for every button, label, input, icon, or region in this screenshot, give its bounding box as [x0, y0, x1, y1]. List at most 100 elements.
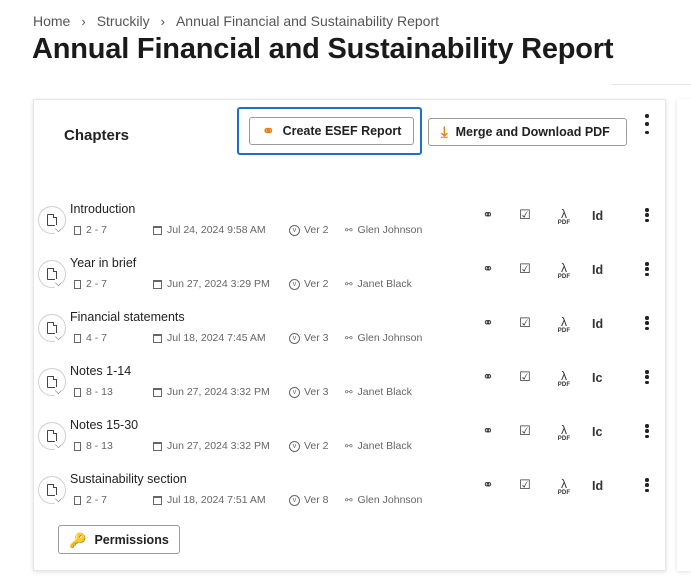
calendar-icon	[153, 387, 162, 397]
person-icon: ⚯	[345, 494, 353, 505]
row-more-menu-icon[interactable]	[641, 478, 653, 492]
chapter-date: Jul 18, 2024 7:51 AM	[153, 494, 266, 506]
pages-icon	[74, 279, 81, 289]
chapter-version-value: Ver 8	[304, 494, 329, 506]
chevron-down-icon[interactable]: ⌵	[55, 225, 62, 234]
esef-chapter-icon[interactable]: ⚭	[480, 424, 496, 437]
review-icon[interactable]: ☑	[517, 262, 533, 275]
calendar-icon	[153, 441, 162, 451]
chapter-date: Jun 27, 2024 3:32 PM	[153, 386, 270, 398]
chapter-name[interactable]: Notes 1-14	[70, 364, 131, 378]
calendar-icon	[153, 225, 162, 235]
create-esef-report-button[interactable]: ⚭ Create ESEF Report	[249, 117, 414, 145]
chapter-pages-value: 8 - 13	[86, 386, 113, 398]
review-icon[interactable]: ☑	[517, 478, 533, 491]
indesign-icon[interactable]: Ic	[592, 426, 608, 439]
chapter-name[interactable]: Introduction	[70, 202, 135, 216]
review-icon[interactable]: ☑	[517, 208, 533, 221]
version-icon: v	[289, 386, 300, 398]
esef-chapter-icon[interactable]: ⚭	[480, 478, 496, 491]
chevron-down-icon[interactable]: ⌵	[55, 441, 62, 450]
chapter-version: v Ver 3	[289, 332, 329, 344]
chapter-name[interactable]: Notes 15-30	[70, 418, 138, 432]
pdf-icon[interactable]: λ PDF	[555, 262, 573, 280]
chapter-row[interactable]: ⌵ Year in brief 2 - 7 Jun 27, 2024 3:29 …	[34, 256, 667, 310]
esef-chapter-icon[interactable]: ⚭	[480, 370, 496, 383]
pages-icon	[74, 495, 81, 505]
chapter-user-value: Janet Black	[357, 386, 412, 398]
chapter-version-value: Ver 2	[304, 224, 329, 236]
title-divider	[612, 84, 691, 85]
pdf-icon[interactable]: λ PDF	[555, 478, 573, 496]
chapter-name[interactable]: Sustainability section	[70, 472, 187, 486]
chapter-pages: 4 - 7	[74, 332, 107, 344]
person-icon: ⚯	[345, 386, 353, 397]
chapter-pages-value: 4 - 7	[86, 332, 108, 344]
merge-and-download-pdf-label: Merge and Download PDF	[455, 125, 610, 139]
indesign-icon[interactable]: Id	[592, 480, 608, 493]
review-icon[interactable]: ☑	[517, 370, 533, 383]
esef-chapter-icon[interactable]: ⚭	[480, 316, 496, 329]
breadcrumb-separator: ›	[160, 13, 165, 29]
esef-chapter-icon[interactable]: ⚭	[480, 208, 496, 221]
row-more-menu-icon[interactable]	[641, 208, 653, 222]
chapter-version-value: Ver 2	[304, 278, 329, 290]
row-more-menu-icon[interactable]	[641, 424, 653, 438]
pages-icon	[74, 387, 81, 397]
indesign-icon[interactable]: Ic	[592, 372, 608, 385]
esef-chapter-icon[interactable]: ⚭	[480, 262, 496, 275]
chapter-date: Jul 18, 2024 7:45 AM	[153, 332, 266, 344]
chapter-version: v Ver 2	[289, 278, 329, 290]
pdf-icon[interactable]: λ PDF	[555, 370, 573, 388]
card-more-menu-icon[interactable]	[640, 114, 654, 134]
review-icon[interactable]: ☑	[517, 424, 533, 437]
permissions-label: Permissions	[94, 532, 169, 547]
chevron-down-icon[interactable]: ⌵	[55, 495, 62, 504]
chapter-date-value: Jul 18, 2024 7:45 AM	[167, 332, 266, 344]
person-icon: ⚯	[345, 332, 353, 343]
version-icon: v	[289, 440, 300, 452]
chapter-user: ⚯ Janet Black	[345, 440, 412, 452]
pdf-icon[interactable]: λ PDF	[555, 208, 573, 226]
chapter-user: ⚯ Glen Johnson	[345, 224, 422, 236]
pdf-icon[interactable]: λ PDF	[555, 316, 573, 334]
person-icon: ⚯	[345, 278, 353, 289]
chapter-name[interactable]: Year in brief	[70, 256, 136, 270]
review-icon[interactable]: ☑	[517, 316, 533, 329]
merge-and-download-pdf-button[interactable]: ⤓ Merge and Download PDF	[428, 118, 627, 146]
chapter-user-value: Glen Johnson	[357, 494, 423, 506]
chapter-version-value: Ver 3	[304, 386, 329, 398]
chapter-version-value: Ver 3	[304, 332, 329, 344]
pdf-icon[interactable]: λ PDF	[555, 424, 573, 442]
version-icon: v	[289, 224, 300, 236]
indesign-icon[interactable]: Id	[592, 318, 608, 331]
row-more-menu-icon[interactable]	[641, 316, 653, 330]
chapter-pages: 2 - 7	[74, 224, 107, 236]
chapter-name[interactable]: Financial statements	[70, 310, 185, 324]
chevron-down-icon[interactable]: ⌵	[55, 387, 62, 396]
chapter-user-value: Janet Black	[357, 440, 412, 452]
chapter-row[interactable]: ⌵ Notes 15-30 8 - 13 Jun 27, 2024 3:32 P…	[34, 418, 667, 472]
breadcrumb-struckily[interactable]: Struckily	[97, 13, 150, 29]
chapter-row[interactable]: ⌵ Notes 1-14 8 - 13 Jun 27, 2024 3:32 PM…	[34, 364, 667, 418]
permissions-button[interactable]: 🔑 Permissions	[58, 525, 180, 554]
chevron-down-icon[interactable]: ⌵	[55, 279, 62, 288]
version-icon: v	[289, 278, 300, 290]
calendar-icon	[153, 279, 162, 289]
breadcrumb: Home › Struckily › Annual Financial and …	[33, 13, 439, 29]
row-more-menu-icon[interactable]	[641, 262, 653, 276]
indesign-icon[interactable]: Id	[592, 264, 608, 277]
chapter-row[interactable]: ⌵ Introduction 2 - 7 Jul 24, 2024 9:58 A…	[34, 202, 667, 256]
breadcrumb-home[interactable]: Home	[33, 13, 70, 29]
chevron-down-icon[interactable]: ⌵	[55, 333, 62, 342]
indesign-icon[interactable]: Id	[592, 210, 608, 223]
chapter-version: v Ver 2	[289, 440, 329, 452]
chapter-row[interactable]: ⌵ Financial statements 4 - 7 Jul 18, 202…	[34, 310, 667, 364]
chapter-version: v Ver 3	[289, 386, 329, 398]
chapter-pages-value: 2 - 7	[86, 278, 108, 290]
chapter-pages: 8 - 13	[74, 440, 113, 452]
chapter-row[interactable]: ⌵ Sustainability section 2 - 7 Jul 18, 2…	[34, 472, 667, 526]
chapter-pages: 2 - 7	[74, 278, 107, 290]
chapter-date: Jun 27, 2024 3:32 PM	[153, 440, 270, 452]
row-more-menu-icon[interactable]	[641, 370, 653, 384]
